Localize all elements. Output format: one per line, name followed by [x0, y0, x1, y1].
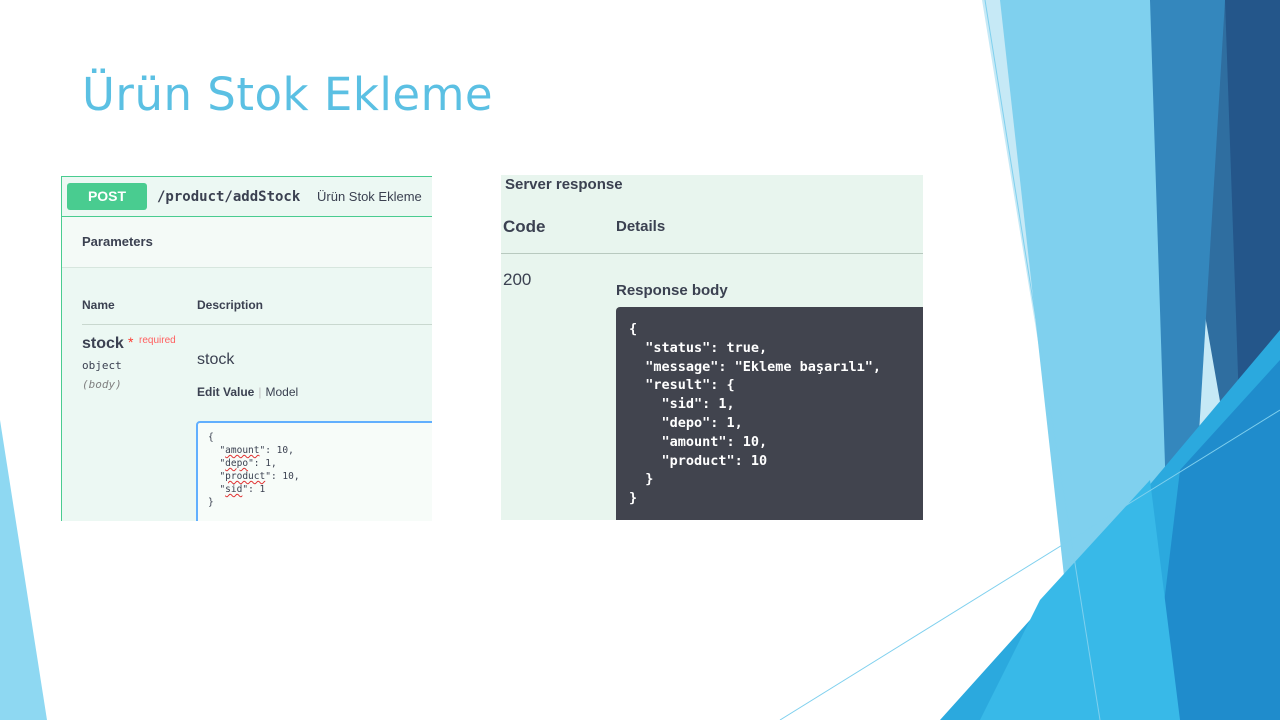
column-name-header: Name	[82, 298, 115, 312]
required-label: required	[139, 335, 176, 346]
param-description: stock	[197, 351, 235, 368]
header-divider	[82, 324, 432, 325]
tab-model[interactable]: Model	[265, 385, 298, 399]
method-badge: POST	[67, 183, 147, 210]
parameters-title: Parameters	[82, 234, 153, 249]
operation-path: /product/addStock	[157, 189, 301, 205]
column-details-header: Details	[616, 218, 666, 235]
request-body-editor[interactable]: { "amount": 10, "depo": 1, "product": 10…	[196, 421, 432, 521]
operation-summary: Ürün Stok Ekleme	[317, 189, 422, 204]
json-key: product	[225, 471, 266, 482]
request-screenshot: POST /product/addStock Ürün Stok Ekleme …	[61, 176, 432, 521]
json-key: amount	[225, 445, 260, 456]
editor-line: }	[208, 497, 214, 508]
response-body-label: Response body	[616, 282, 728, 299]
json-key: depo	[225, 458, 249, 469]
column-description-header: Description	[197, 298, 264, 312]
json-key: sid	[225, 484, 243, 495]
tab-separator: |	[258, 385, 262, 399]
editor-line: "amount": 10,	[208, 445, 294, 456]
tab-edit-value[interactable]: Edit Value	[197, 385, 254, 399]
required-star: *	[128, 334, 134, 350]
editor-line: "product": 10,	[208, 471, 300, 482]
body-tabs: Edit Value | Model	[197, 385, 298, 399]
param-location: (body)	[82, 378, 122, 391]
param-type: object	[82, 359, 122, 372]
response-divider	[501, 253, 923, 254]
editor-line: "sid": 1	[208, 484, 266, 495]
param-name: stock	[82, 335, 124, 352]
editor-line: {	[208, 432, 214, 443]
column-code-header: Code	[503, 217, 546, 236]
response-status-code: 200	[503, 270, 532, 289]
response-screenshot: Server response Code Details 200 Respons…	[501, 175, 923, 520]
response-body-code: { "status": true, "message": "Ekleme baş…	[616, 307, 923, 520]
slide-title: Ürün Stok Ekleme	[82, 68, 494, 121]
server-response-title: Server response	[505, 176, 623, 193]
operation-header[interactable]: POST /product/addStock Ürün Stok Ekleme	[62, 177, 432, 217]
parameters-header: Parameters	[62, 217, 432, 268]
editor-line: "depo": 1,	[208, 458, 277, 469]
